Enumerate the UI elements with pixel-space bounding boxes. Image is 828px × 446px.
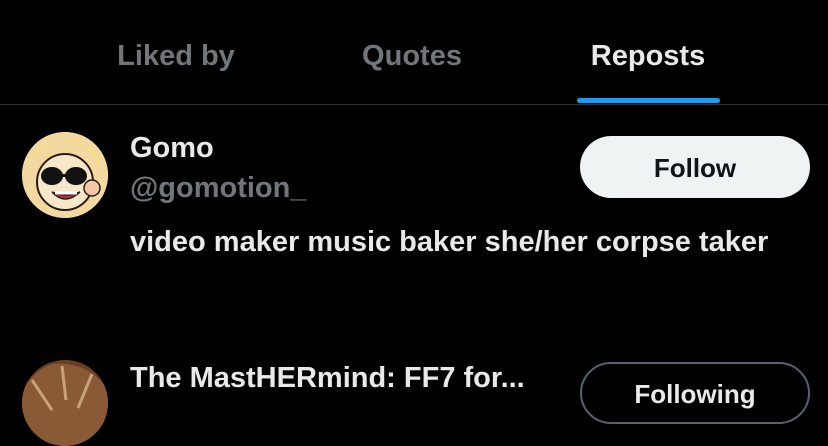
tab-liked-by[interactable]: Liked by xyxy=(96,40,256,80)
user-display-name[interactable]: The MastHERmind: FF7 for... xyxy=(130,362,525,395)
user-handle[interactable]: @gomotion_ xyxy=(130,172,306,205)
following-button[interactable]: Following xyxy=(580,362,810,424)
cartoon-avatar-icon xyxy=(22,132,108,218)
tab-reposts[interactable]: Reposts xyxy=(568,40,728,80)
user-bio: video maker music baker she/her corpse t… xyxy=(130,226,769,258)
reposts-tab-bar: Liked by Quotes Reposts xyxy=(0,0,828,105)
user-display-name[interactable]: Gomo xyxy=(130,132,214,165)
active-tab-indicator xyxy=(577,98,720,103)
illustrated-avatar-icon xyxy=(22,360,108,446)
avatar[interactable] xyxy=(22,360,108,446)
tab-quotes[interactable]: Quotes xyxy=(332,40,492,80)
follow-button[interactable]: Follow xyxy=(580,136,810,198)
avatar[interactable] xyxy=(22,132,108,218)
user-cell[interactable]: Gomo @gomotion_ video maker music baker … xyxy=(0,104,828,344)
user-cell[interactable]: The MastHERmind: FF7 for... Following xyxy=(0,344,828,446)
